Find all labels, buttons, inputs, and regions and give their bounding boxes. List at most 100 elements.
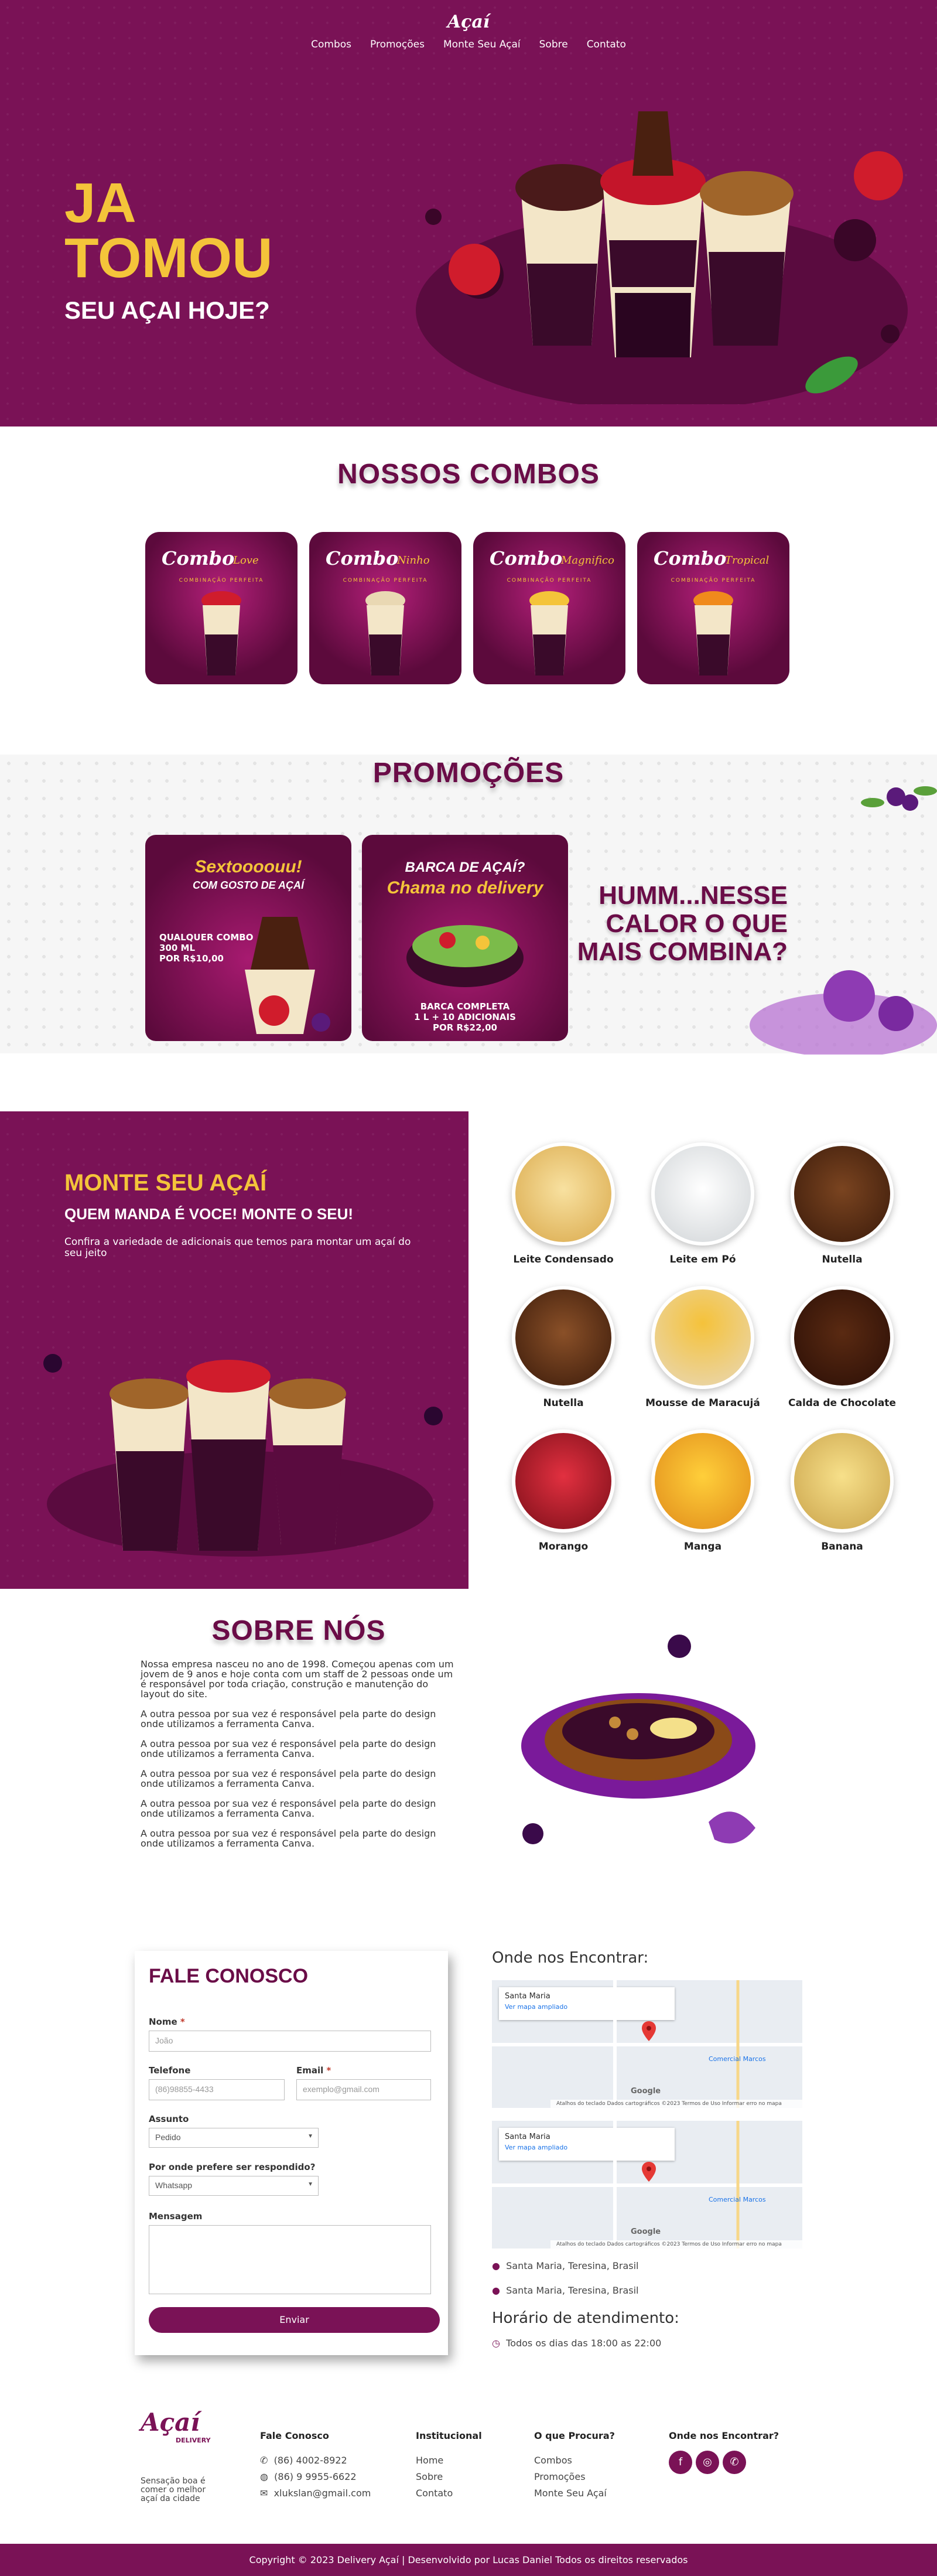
combos-title: NOSSOS COMBOS [337, 459, 600, 490]
promo-card-sextou[interactable]: Sextoooouu! COM GOSTO DE AÇAÍ QUALQUER C… [145, 835, 351, 1041]
resposta-label: Por onde prefere ser respondido? [149, 2162, 316, 2172]
google-label: Google [631, 2087, 661, 2096]
footer-phone-2[interactable]: ◍ (86) 9 9955-6622 [260, 2471, 357, 2482]
footer-col-encontrar-title: Onde nos Encontrar? [669, 2430, 779, 2441]
ingredient-banana[interactable]: Banana [784, 1429, 901, 1553]
email-input[interactable]: exemplo@gmail.com [296, 2079, 431, 2100]
promo-bowl-image [406, 925, 524, 987]
ingredient-morango[interactable]: Morango [505, 1429, 622, 1553]
telefone-label: Telefone [149, 2065, 191, 2076]
nav-sobre[interactable]: Sobre [539, 39, 568, 50]
ingredient-calda-chocolate[interactable]: Calda de Chocolate [784, 1286, 901, 1409]
main-nav: Açaí Combos Promoções Monte Seu Açaí Sob… [0, 12, 937, 50]
footer-link-sobre[interactable]: Sobre [416, 2471, 443, 2482]
combo-tag: COMBINAÇÃO PERFEITA [343, 578, 428, 584]
combo-tag: COMBINAÇÃO PERFEITA [671, 578, 756, 584]
assunto-label: Assunto [149, 2114, 189, 2124]
map-pin-icon [642, 2162, 656, 2182]
monte-title: MONTE SEU AÇAÍ [64, 1170, 267, 1196]
acai-branch-decoration [861, 786, 937, 811]
instagram-icon[interactable]: ◎ [696, 2451, 719, 2474]
ingredient-nutella[interactable]: Nutella [784, 1142, 901, 1265]
nav-contato[interactable]: Contato [587, 39, 626, 50]
combo-cup-image [529, 591, 569, 675]
combo-name: Combo [326, 547, 399, 569]
promocoes-title: PROMOÇÕES [372, 758, 565, 789]
promo-slogan: HUMM...NESSE CALOR O QUE MAIS COMBINA? [577, 881, 788, 966]
nav-combos[interactable]: Combos [311, 39, 351, 50]
map-pin-icon [642, 2021, 656, 2041]
combo-flavor: Magnifico [561, 554, 614, 567]
whatsapp-icon: ◍ [260, 2471, 268, 2482]
copyright-bar: Copyright © 2023 Delivery Açaí | Desenvo… [0, 2544, 937, 2576]
nome-input[interactable]: João [149, 2031, 431, 2052]
location-icon: ● [492, 2285, 500, 2296]
contact-form-card: FALE CONOSCO Nome * João Telefone (86)98… [135, 1951, 448, 2355]
footer-col-procura-title: O que Procura? [534, 2430, 615, 2441]
google-label: Google [631, 2227, 661, 2236]
map-embed-2[interactable]: Santa Maria Ver mapa ampliado Comercial M… [492, 2121, 802, 2249]
clock-icon: ◷ [492, 2338, 500, 2349]
footer-link-combos[interactable]: Combos [534, 2455, 572, 2466]
combo-cup-image [365, 591, 405, 675]
enviar-button[interactable]: Enviar [149, 2307, 440, 2333]
combo-cup-image [693, 591, 733, 675]
chevron-down-icon: ▼ [307, 2133, 313, 2140]
mail-icon: ✉ [260, 2488, 268, 2499]
promo-desc: BARCA COMPLETA 1 L + 10 ADICIONAIS POR R… [414, 1001, 516, 1033]
logo[interactable]: Açaí [0, 12, 937, 33]
ingredient-leite-condensado[interactable]: Leite Condensado [505, 1142, 622, 1265]
footer-link-home[interactable]: Home [416, 2455, 443, 2466]
mensagem-label: Mensagem [149, 2211, 203, 2222]
map-footer: Atalhos do teclado Dados cartográficos ©… [550, 2100, 802, 2108]
whatsapp-icon[interactable]: ✆ [723, 2451, 746, 2474]
hero-line-1: JA [64, 172, 136, 234]
sobre-acai-bowl-image [521, 1635, 755, 1844]
acai-berries-decoration [750, 970, 937, 1055]
combo-flavor: Love [233, 554, 259, 567]
footer-link-contato[interactable]: Contato [416, 2488, 453, 2499]
promo-cup-image [245, 917, 330, 1034]
nav-promocoes[interactable]: Promoções [370, 39, 425, 50]
footer-logo[interactable]: Açaí DELIVERY [141, 2408, 228, 2444]
footer-col-contato-title: Fale Conosco [260, 2430, 329, 2441]
map-embed-1[interactable]: Santa Maria Ver mapa ampliado Comercial M… [492, 1980, 802, 2108]
location-icon: ● [492, 2260, 500, 2271]
combo-card-tropical[interactable]: Combo Tropical COMBINAÇÃO PERFEITA [637, 532, 789, 684]
monte-cups-image [43, 1354, 443, 1557]
hero-headline: JA TOMOU SEU AÇAI HOJE? [64, 172, 273, 325]
footer-link-monte[interactable]: Monte Seu Açaí [534, 2488, 607, 2499]
telefone-input[interactable]: (86)98855-4433 [149, 2079, 285, 2100]
facebook-icon[interactable]: f [669, 2451, 692, 2474]
mensagem-textarea[interactable] [149, 2225, 431, 2294]
promo-card-barca[interactable]: BARCA DE AÇAÍ? Chama no delivery BARCA C… [362, 835, 568, 1041]
hero-line-2: TOMOU [64, 227, 273, 289]
sobre-text: Nossa empresa nasceu no ano de 1998. Com… [141, 1659, 454, 1849]
ingredient-nutella-2[interactable]: Nutella [505, 1286, 622, 1409]
promo-subtitle: Chama no delivery [387, 878, 543, 898]
combo-name: Combo [490, 547, 563, 569]
promo-title: Sextoooouu! [194, 857, 302, 876]
ingredient-mousse-maracuja[interactable]: Mousse de Maracujá [644, 1286, 761, 1409]
footer-link-promocoes[interactable]: Promoções [534, 2471, 586, 2482]
combo-card-magnifico[interactable]: Combo Magnifico COMBINAÇÃO PERFEITA [473, 532, 625, 684]
resposta-select[interactable]: Whatsapp ▼ [149, 2176, 319, 2196]
footer-email[interactable]: ✉ xlukslan@gmail.com [260, 2488, 371, 2499]
hero-line-3: SEU AÇAI HOJE? [64, 296, 270, 324]
footer-col-institucional-title: Institucional [416, 2430, 482, 2441]
footer-phone-1[interactable]: ✆ (86) 4002-8922 [260, 2455, 347, 2466]
address-1: ● Santa Maria, Teresina, Brasil [492, 2260, 639, 2271]
form-title: FALE CONOSCO [149, 1965, 309, 1987]
hours-text: ◷ Todos os dias das 18:00 as 22:00 [492, 2338, 662, 2349]
location-title: Onde nos Encontrar: [492, 1949, 649, 1967]
email-label: Email * [296, 2065, 331, 2076]
assunto-select[interactable]: Pedido ▼ [149, 2128, 319, 2148]
ingredient-leite-em-po[interactable]: Leite em Pó [644, 1142, 761, 1265]
combo-card-ninho[interactable]: Combo Ninho COMBINAÇÃO PERFEITA [309, 532, 461, 684]
nav-monte[interactable]: Monte Seu Açaí [443, 39, 521, 50]
combo-card-love[interactable]: Combo Love COMBINAÇÃO PERFEITA [145, 532, 297, 684]
sobre-title: SOBRE NÓS [211, 1615, 386, 1646]
address-2: ● Santa Maria, Teresina, Brasil [492, 2285, 639, 2296]
ingredient-manga[interactable]: Manga [644, 1429, 761, 1553]
combo-cup-image [201, 591, 241, 675]
